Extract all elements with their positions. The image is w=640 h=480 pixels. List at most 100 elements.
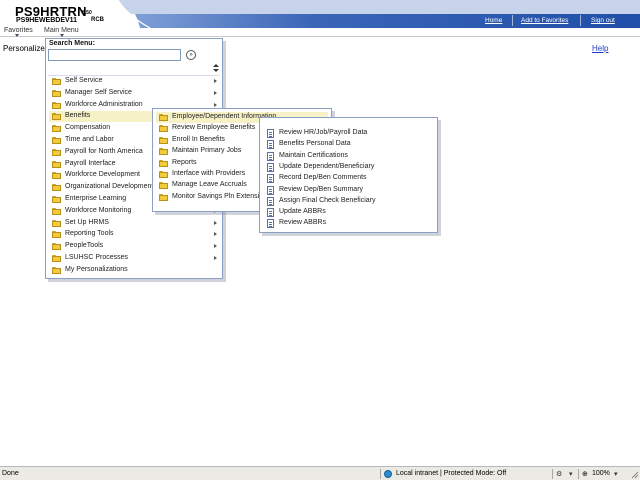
folder-icon [159,136,168,144]
menu-item-label: Review HR/Job/Payroll Data [279,129,368,136]
zoom-icon[interactable]: ⊕ [582,470,588,478]
menu-item-label: Time and Labor [65,136,114,143]
menu-item-label: Enroll In Benefits [172,135,225,143]
globe-icon [384,470,392,478]
divider [552,469,553,479]
main-menu-item-peopletools[interactable]: PeopleTools [49,241,219,252]
chevron-right-icon [214,79,217,83]
menu-item-label: Manage Leave Accruals [172,181,247,189]
resize-grip-icon[interactable] [631,471,639,479]
menu-item-label: Maintain Certifications [279,151,348,159]
chevron-right-icon [214,256,217,260]
protected-mode-icon[interactable]: ⚙ [556,470,562,478]
document-icon [267,174,274,184]
menu-item-label: Reporting Tools [65,230,114,238]
divider [580,15,581,26]
employee-dependent-item-maintain-certifications[interactable]: Maintain Certifications [263,151,434,162]
folder-icon [159,171,168,178]
security-zone: Local intranet | Protected Mode: Off [396,470,507,477]
menu-item-label: LSUHSC Processes [65,254,129,261]
folder-icon [159,159,168,167]
main-menu-item-manager-self-service[interactable]: Manager Self Service [49,88,219,99]
menu-item-label: Organizational Development [65,183,154,191]
main-menu-item-reporting-tools[interactable]: Reporting Tools [49,229,219,240]
menu-item-label: Workforce Development [65,171,140,179]
chevron-right-icon [214,244,217,249]
search-input[interactable] [48,49,181,61]
menu-item-label: Manager Self Service [65,88,132,96]
menu-item-label: Monitor Savings Pln Extensions [172,192,271,200]
employee-dependent-item-update-abbrs[interactable]: Update ABBRs [263,207,434,218]
menu-item-label: Compensation [65,124,111,132]
document-icon [267,219,274,229]
sign-out-link[interactable]: Sign out [591,17,615,24]
zoom-level[interactable]: 100% [592,470,610,477]
menu-item-label: My Personalizations [65,265,128,273]
employee-dependent-item-review-hr-job-payroll-data[interactable]: Review HR/Job/Payroll Data [263,128,434,139]
employee-dependent-item-review-dep-ben-summary[interactable]: Review Dep/Ben Summary [263,185,434,196]
folder-icon [52,266,61,274]
menu-item-label: Assign Final Check Beneficiary [279,196,376,204]
help-link[interactable]: Help [592,44,608,53]
document-icon [267,162,274,172]
search-go-icon[interactable]: » [186,50,196,60]
scroll-up-icon[interactable] [213,64,219,67]
user-id: RCB [91,17,104,23]
add-to-favorites-link[interactable]: Add to Favorites [521,17,568,24]
employee-dependent-submenu: Review HR/Job/Payroll Data Benefits Perso… [259,117,438,233]
menu-item-label: Reports [172,158,197,166]
menu-item-label: Set Up HRMS [65,218,109,226]
menu-item-label: Interface with Providers [172,170,246,177]
folder-icon [52,78,61,85]
menu-item-label: Payroll Interface [65,159,116,167]
scroll-down-icon[interactable] [213,69,219,72]
folder-icon [159,193,168,201]
document-icon [267,129,274,138]
document-icon [267,140,274,150]
folder-icon [159,125,168,133]
menu-scroll-control[interactable] [213,64,219,73]
chevron-down-icon[interactable]: ▾ [569,470,573,478]
folder-icon [52,89,61,97]
nav-bar: Favorites Main Menu [0,27,640,37]
folder-icon [52,172,61,180]
folder-icon [52,207,61,215]
menu-item-label: Benefits [65,112,91,120]
employee-dependent-item-assign-final-check-beneficiary[interactable]: Assign Final Check Beneficiary [263,196,434,207]
employee-dependent-item-review-abbrs[interactable]: Review ABBRs [263,218,434,229]
main-menu-item-lsuhsc-processes[interactable]: LSUHSC Processes [49,253,219,264]
home-link[interactable]: Home [485,17,502,24]
chevron-down-icon[interactable]: ▾ [614,470,618,478]
menu-item-label: Update Dependent/Beneficiary [279,162,375,170]
divider [380,469,381,479]
folder-icon [159,148,168,156]
menu-item-label: Update ABBRs [279,208,326,216]
folder-icon [52,101,61,109]
employee-dependent-item-update-dependent-beneficiary[interactable]: Update Dependent/Beneficiary [263,162,434,173]
folder-icon [52,196,61,203]
chevron-down-icon [15,34,19,37]
employee-dependent-item-benefits-personal-data[interactable]: Benefits Personal Data [263,139,434,150]
main-menu[interactable]: Main Menu [44,27,79,34]
folder-icon [52,113,61,121]
menu-item-label: Review Employee Benefits [172,124,256,132]
menu-item-label: Record Dep/Ben Comments [279,174,367,182]
personalize-link[interactable]: Personalize [3,44,45,53]
folder-icon [52,184,61,192]
menu-item-label: PeopleTools [65,242,104,250]
database-name: PS9HEWEBDEV11 [16,17,78,24]
menu-item-label: Workforce Administration [65,100,143,108]
folder-icon [52,148,61,156]
folder-icon [52,160,61,168]
header-banner: PS9HRTRN 8.50 PS9HEWEBDEV11 RCB Home Add… [0,0,640,28]
main-menu-item-my-personalizations[interactable]: My Personalizations [49,265,219,276]
document-icon [267,185,274,195]
main-menu-item-set-up-hrms[interactable]: Set Up HRMS [49,218,219,229]
document-icon [267,208,274,218]
divider [578,469,579,479]
folder-icon [52,243,61,251]
favorites-menu[interactable]: Favorites [4,27,33,34]
main-menu-item-self-service[interactable]: Self Service [49,76,219,87]
employee-dependent-item-record-dep-ben-comments[interactable]: Record Dep/Ben Comments [263,173,434,184]
status-text: Done [2,470,19,477]
